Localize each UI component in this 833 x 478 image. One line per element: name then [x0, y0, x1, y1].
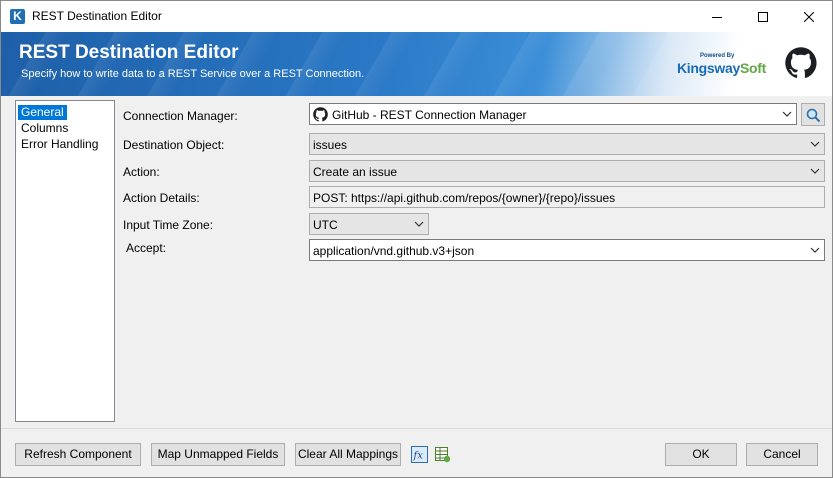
svg-text:fx: fx [413, 451, 424, 462]
action-details-field[interactable]: POST: https://api.github.com/repos/{owne… [309, 186, 825, 208]
chevron-down-icon [810, 141, 820, 147]
action-value: Create an issue [313, 165, 398, 179]
connection-manager-select[interactable]: GitHub - REST Connection Manager [309, 103, 797, 125]
input-time-zone-label: Input Time Zone: [123, 218, 214, 232]
minimize-icon [712, 16, 722, 18]
nav-item-general[interactable]: General [18, 105, 67, 120]
connection-manager-label: Connection Manager: [123, 109, 238, 123]
section-nav-list: General Columns Error Handling [15, 100, 115, 422]
chevron-down-icon [782, 111, 792, 117]
github-icon [313, 107, 328, 122]
brand-main: Kingsway [677, 60, 740, 76]
ok-button[interactable]: OK [665, 443, 737, 466]
accept-select[interactable]: application/vnd.github.v3+json [309, 239, 825, 261]
map-unmapped-fields-button[interactable]: Map Unmapped Fields [151, 443, 285, 466]
editor-window: K REST Destination Editor REST Destinati… [0, 0, 833, 478]
nav-item-columns[interactable]: Columns [18, 121, 71, 136]
magnifier-icon [806, 108, 821, 122]
chevron-down-icon [414, 221, 424, 227]
action-select[interactable]: Create an issue [309, 160, 825, 182]
kingswaysoft-app-icon: K [10, 9, 25, 24]
action-label: Action: [123, 165, 160, 179]
cancel-button[interactable]: Cancel [746, 443, 818, 466]
header-banner: REST Destination Editor Specify how to w… [1, 32, 832, 96]
kingswaysoft-logo: Powered By KingswaySoft [677, 50, 767, 80]
connection-manager-value: GitHub - REST Connection Manager [332, 108, 527, 122]
expression-fx-icon[interactable]: fx [411, 446, 428, 463]
refresh-component-button[interactable]: Refresh Component [15, 443, 141, 466]
input-time-zone-select[interactable]: UTC [309, 213, 429, 235]
footer-divider [1, 428, 832, 429]
close-button[interactable] [786, 1, 832, 32]
destination-object-value: issues [313, 138, 348, 152]
destination-object-label: Destination Object: [123, 138, 225, 152]
data-grid-icon[interactable] [434, 446, 451, 463]
accept-value: application/vnd.github.v3+json [313, 244, 475, 258]
chevron-down-icon [810, 168, 820, 174]
brand-text: KingswaySoft [677, 60, 766, 76]
close-icon [804, 11, 814, 22]
nav-item-error-handling[interactable]: Error Handling [18, 137, 101, 152]
action-details-label: Action Details: [123, 191, 200, 205]
github-logo-icon [784, 46, 818, 80]
title-bar: K REST Destination Editor [1, 1, 832, 32]
browse-connection-button[interactable] [801, 103, 825, 126]
chevron-down-icon [810, 247, 820, 253]
brand-accent: Soft [739, 60, 766, 76]
minimize-button[interactable] [694, 1, 740, 32]
maximize-button[interactable] [740, 1, 786, 32]
clear-all-mappings-button[interactable]: Clear All Mappings [295, 443, 401, 466]
maximize-icon [758, 11, 768, 22]
destination-object-select[interactable]: issues [309, 133, 825, 155]
banner-subtitle: Specify how to write data to a REST Serv… [21, 68, 365, 80]
banner-title: REST Destination Editor [19, 42, 239, 63]
input-time-zone-value: UTC [313, 218, 338, 232]
accept-label: Accept: [126, 241, 167, 255]
action-details-value: POST: https://api.github.com/repos/{owne… [313, 191, 616, 205]
window-title: REST Destination Editor [32, 9, 162, 23]
powered-by-text: Powered By [700, 53, 735, 59]
